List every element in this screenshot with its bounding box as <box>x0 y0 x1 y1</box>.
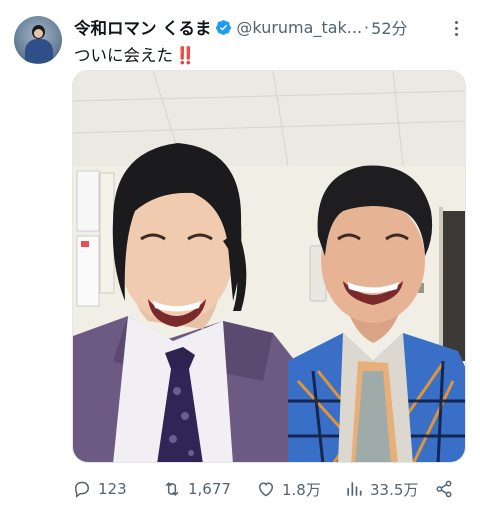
views-button[interactable]: 33.5万 <box>344 472 418 506</box>
retweet-button[interactable]: 1,677 <box>162 472 231 506</box>
retweet-icon <box>165 482 179 496</box>
tweet-card: 令和ロマン くるま @kuruma_tak... · 52分 ついに会えた‼️ <box>0 0 480 509</box>
verified-badge-icon <box>216 19 232 35</box>
avatar-body <box>25 39 53 63</box>
heart-icon <box>258 482 274 497</box>
reply-icon <box>74 481 90 498</box>
like-button[interactable]: 1.8万 <box>256 472 321 506</box>
like-count: 1.8万 <box>282 480 321 499</box>
double-exclamation-emoji: ‼️ <box>175 46 195 65</box>
share-button[interactable] <box>434 472 454 506</box>
action-bar: 123 1,677 1.8万 33.5万 <box>72 472 468 506</box>
photo-illustration <box>73 71 465 462</box>
avatar[interactable] <box>14 16 62 64</box>
tweet-header: 令和ロマン くるま @kuruma_tak... · 52分 <box>74 14 454 40</box>
more-dots-icon[interactable] <box>446 16 466 40</box>
tweet-photo[interactable] <box>72 70 466 463</box>
views-count: 33.5万 <box>370 480 419 499</box>
separator-dot: · <box>364 17 370 37</box>
timestamp[interactable]: 52分 <box>371 15 407 39</box>
retweet-count: 1,677 <box>188 480 231 498</box>
reply-button[interactable]: 123 <box>72 472 127 506</box>
share-icon <box>436 480 452 498</box>
display-name[interactable]: 令和ロマン くるま <box>74 15 211 39</box>
avatar-face <box>34 29 43 38</box>
reply-count: 123 <box>98 480 127 498</box>
tweet-text-body: ついに会えた <box>74 46 173 65</box>
user-handle[interactable]: @kuruma_tak... <box>236 18 362 37</box>
views-chart-icon <box>347 482 362 496</box>
tweet-text: ついに会えた ‼️ <box>74 42 195 66</box>
